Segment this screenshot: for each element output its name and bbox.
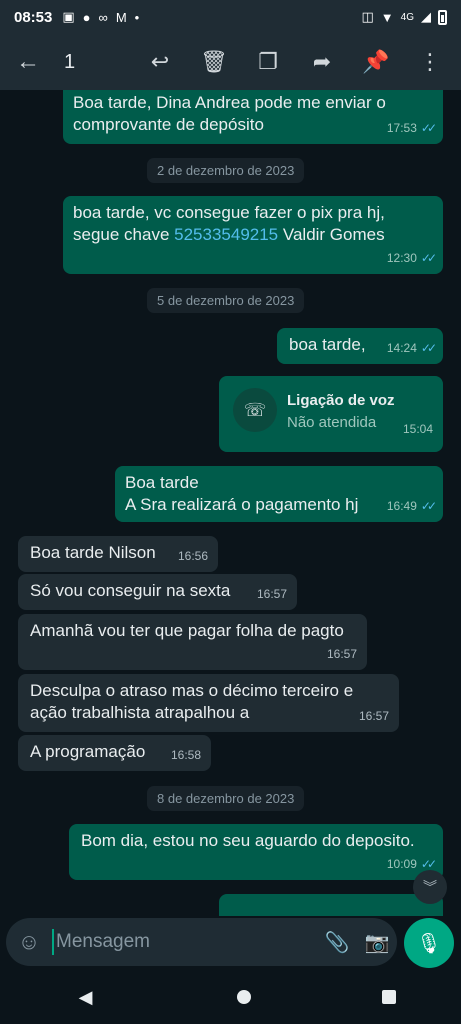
message-text-line: Desculpa o atraso mas o décimo terceiro … bbox=[30, 681, 354, 700]
message-time: 12:30 bbox=[386, 251, 417, 265]
action-buttons: ↩ 🗑 ❐ ➦ 📌 ⋮ bbox=[145, 49, 445, 75]
copy-icon[interactable]: ❐ bbox=[253, 49, 283, 75]
date-separator: 8 de dezembro de 2023 bbox=[147, 786, 305, 811]
message-text: Boa tarde, Dina Andrea pode me enviar o … bbox=[73, 93, 386, 134]
delete-icon[interactable]: 🗑 bbox=[199, 49, 229, 75]
scroll-to-bottom-button[interactable]: ︾ bbox=[413, 870, 447, 904]
read-ticks-icon: ✓✓ bbox=[420, 341, 437, 355]
message-bubble[interactable]: Só vou conseguir na sexta 16:57 bbox=[18, 574, 297, 610]
infinity-icon: ∞ bbox=[98, 9, 108, 25]
message-bubble-partial[interactable] bbox=[219, 894, 443, 916]
message-bubble[interactable]: Desculpa o atraso mas o décimo terceiro … bbox=[18, 674, 399, 732]
message-time: 16:49 bbox=[386, 499, 417, 513]
message-time: 15:04 bbox=[402, 422, 433, 436]
message-meta: 14:24 ✓✓ bbox=[386, 337, 437, 359]
read-ticks-icon: ✓✓ bbox=[420, 499, 437, 513]
wifi-icon: ▼ bbox=[380, 9, 394, 25]
nav-back-icon[interactable]: ◀ bbox=[66, 987, 106, 1008]
forward-icon[interactable]: ➦ bbox=[307, 49, 337, 75]
message-text: Só vou conseguir na sexta bbox=[30, 581, 231, 600]
message-time: 16:57 bbox=[358, 709, 389, 723]
system-icons: ◫ ▼ 4G ◢ bbox=[361, 9, 447, 25]
battery-icon bbox=[438, 9, 447, 25]
notification-icons: ▣ ● ∞ M • bbox=[62, 9, 139, 25]
call-title: Ligação de voz bbox=[287, 392, 395, 409]
date-separator: 5 de dezembro de 2023 bbox=[147, 288, 305, 313]
message-meta: 16:57 bbox=[327, 643, 357, 665]
mail-icon: M bbox=[115, 9, 127, 25]
message-text: Bom dia, estou no seu aguardo do deposit… bbox=[81, 831, 415, 850]
message-meta: 16:57 bbox=[257, 583, 287, 605]
message-text: boa tarde, vc consegue fazer o pix pra h… bbox=[73, 202, 423, 246]
chat-area[interactable]: Boa tarde, Dina Andrea pode me enviar o … bbox=[0, 90, 461, 916]
message-text-line: ação trabalhista atrapalhou a bbox=[30, 703, 250, 722]
pix-key-link[interactable]: 52533549215 bbox=[174, 225, 278, 244]
message-time: 10:09 bbox=[386, 857, 417, 871]
message-time: 16:57 bbox=[256, 587, 287, 601]
message-meta: 12:30 ✓✓ bbox=[386, 247, 437, 269]
message-text: Amanhã vou ter que pagar folha de pagto bbox=[30, 621, 344, 640]
message-bubble[interactable]: Amanhã vou ter que pagar folha de pagto … bbox=[18, 614, 367, 670]
date-separator: 2 de dezembro de 2023 bbox=[147, 158, 305, 183]
message-meta: 17:53 ✓✓ bbox=[386, 117, 437, 139]
message-time: 16:56 bbox=[177, 549, 208, 563]
pin-icon[interactable]: 📌 bbox=[361, 49, 391, 75]
status-bar: 08:53 ▣ ● ∞ M • ◫ ▼ 4G ◢ bbox=[0, 0, 461, 34]
nav-recents-icon[interactable] bbox=[381, 990, 396, 1004]
message-meta: 16:56 bbox=[178, 545, 208, 567]
call-status: Não atendida bbox=[287, 414, 377, 431]
missed-call-icon: ☏ bbox=[233, 388, 277, 432]
voice-call-bubble[interactable]: ☏ Ligação de voz Não atendida 15:04 bbox=[219, 376, 443, 452]
gallery-icon: ▣ bbox=[62, 9, 75, 24]
message-input-bar: ☺ 📎 📷 🎙 bbox=[0, 916, 461, 970]
message-input[interactable] bbox=[52, 929, 317, 955]
selection-action-bar: ← 1 ↩ 🗑 ❐ ➦ 📌 ⋮ bbox=[0, 34, 461, 90]
message-bubble[interactable]: Boa tarde A Sra realizará o pagamento hj… bbox=[115, 466, 443, 522]
network-type: 4G bbox=[400, 11, 414, 23]
message-meta: 15:04 bbox=[403, 418, 433, 440]
voice-record-button[interactable]: 🎙 bbox=[404, 918, 454, 968]
microphone-icon: 🎙 bbox=[416, 932, 442, 955]
message-bubble[interactable]: boa tarde, 14:24 ✓✓ bbox=[277, 328, 443, 364]
text-part: Valdir Gomes bbox=[278, 225, 385, 244]
emoji-icon[interactable]: ☺ bbox=[6, 929, 52, 955]
camera-icon[interactable]: 📷 bbox=[357, 930, 397, 955]
message-time: 16:57 bbox=[326, 647, 357, 661]
message-bubble[interactable]: Boa tarde Nilson 16:56 bbox=[18, 536, 218, 572]
message-meta: 16:57 bbox=[359, 705, 389, 727]
message-bubble[interactable]: A programação 16:58 bbox=[18, 735, 211, 771]
read-ticks-icon: ✓✓ bbox=[420, 251, 437, 265]
selected-count: 1 bbox=[64, 50, 76, 73]
vibrate-icon: ◫ bbox=[361, 9, 374, 24]
message-text-line: Boa tarde bbox=[125, 473, 199, 492]
message-bubble[interactable]: Bom dia, estou no seu aguardo do deposit… bbox=[69, 824, 443, 880]
message-time: 17:53 bbox=[386, 121, 417, 135]
more-options-icon[interactable]: ⋮ bbox=[415, 49, 445, 75]
back-arrow-icon[interactable]: ← bbox=[16, 48, 56, 76]
message-input-container: ☺ 📎 📷 bbox=[6, 918, 397, 966]
signal-icon: ◢ bbox=[421, 9, 431, 24]
message-bubble[interactable]: Boa tarde, Dina Andrea pode me enviar o … bbox=[63, 90, 443, 144]
nav-home-icon[interactable] bbox=[236, 990, 251, 1004]
read-ticks-icon: ✓✓ bbox=[420, 121, 437, 135]
message-meta: 16:49 ✓✓ bbox=[386, 495, 437, 517]
android-navigation-bar: ◀ bbox=[0, 970, 461, 1024]
message-time: 14:24 bbox=[386, 341, 417, 355]
dot-icon: • bbox=[134, 9, 140, 25]
reply-icon[interactable]: ↩ bbox=[145, 49, 175, 75]
status-time: 08:53 bbox=[14, 8, 53, 26]
message-meta: 16:58 bbox=[171, 744, 201, 766]
chevron-double-down-icon: ︾ bbox=[423, 879, 437, 895]
attach-icon[interactable]: 📎 bbox=[317, 930, 357, 955]
message-bubble[interactable]: boa tarde, vc consegue fazer o pix pra h… bbox=[63, 196, 443, 274]
message-time: 16:58 bbox=[170, 748, 201, 762]
chat-icon: ● bbox=[82, 9, 91, 25]
